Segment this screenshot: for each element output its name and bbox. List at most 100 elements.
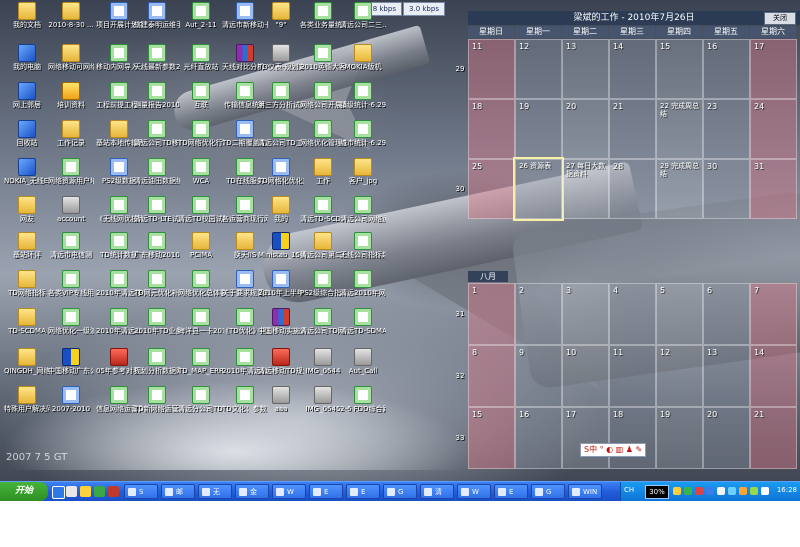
calendar-event[interactable]: 22 完成周总结 <box>660 102 702 118</box>
taskbar-window-button[interactable]: G <box>383 484 417 499</box>
desktop-icon[interactable]: TD网元优化补充 <box>134 270 180 297</box>
desktop-icon[interactable]: 网友 <box>4 196 50 223</box>
calendar-day-cell[interactable]: 22 完成周总结 <box>656 99 703 159</box>
ime-toolbar[interactable]: S中 ° ◐ ▥ ♟ ✎ <box>580 443 647 457</box>
taskbar-window-button[interactable]: G <box>531 484 565 499</box>
desktop-icon[interactable]: 规划分析数据网络管理 <box>134 348 180 375</box>
tray-qq-icon[interactable] <box>706 487 714 495</box>
quicklaunch-ie-icon[interactable] <box>52 486 65 499</box>
calendar-day-cell[interactable]: 24 <box>750 99 797 159</box>
desktop-icon[interactable]: TD仪表-规划方案 2 <box>258 44 304 71</box>
calendar-day-cell[interactable]: 12 <box>515 39 562 99</box>
calendar-day-cell[interactable]: 15 <box>468 407 515 469</box>
calendar-day-cell[interactable]: 13 <box>703 345 750 407</box>
desktop-icon[interactable]: TD网络指标 <box>4 270 50 297</box>
language-indicator[interactable]: CH <box>624 486 634 494</box>
calendar-day-cell[interactable]: 15 <box>656 39 703 99</box>
calendar-day-cell[interactable]: 9 <box>515 345 562 407</box>
desktop-icon[interactable]: 客户_jpg <box>340 158 386 185</box>
desktop-icon[interactable]: 2007-2010 <box>48 386 94 413</box>
desktop-icon[interactable]: 中国移动广东公司... <box>48 348 94 375</box>
desktop-icon[interactable]: aaa <box>258 386 304 413</box>
desktop-icon[interactable]: 2010-8-30 ... <box>48 2 94 29</box>
tray-im-icon[interactable] <box>717 487 725 495</box>
calendar-day-cell[interactable]: 5 <box>656 283 703 345</box>
tray-power-icon[interactable] <box>739 487 747 495</box>
calendar-day-cell[interactable]: 20 <box>703 407 750 469</box>
desktop-icon[interactable]: 无线公司指标超标分析 <box>340 232 386 259</box>
calendar-day-cell[interactable]: 21 <box>609 99 656 159</box>
desktop-icon[interactable]: 广东移动2010综合 <box>134 232 180 259</box>
desktop-icon[interactable]: Aut_Call <box>340 348 386 375</box>
desktop-icon[interactable]: 2010年上半年总结 <box>258 270 304 297</box>
desktop-icon[interactable]: 网络优化总体要求 <box>178 270 224 297</box>
taskbar-window-button[interactable]: 金 <box>235 484 269 499</box>
calendar-event[interactable]: 26 资源表 <box>519 162 551 170</box>
desktop-icon[interactable]: 辖建泰明运维手-01 <box>134 2 180 29</box>
quicklaunch-media-icon[interactable] <box>108 486 119 497</box>
calendar-day-cell[interactable]: 14 <box>750 345 797 407</box>
calendar-day-cell[interactable]: 29 完成周总结 <box>656 159 703 219</box>
desktop-icon[interactable]: 2010年TD业务指标 <box>134 308 180 335</box>
desktop-icon[interactable]: 工作记录 <box>48 120 94 147</box>
desktop-icon[interactable]: 清远公司TD移动学院 <box>134 120 180 147</box>
taskbar-window-button[interactable]: E <box>346 484 380 499</box>
taskbar-window-button[interactable]: W <box>272 484 306 499</box>
clock[interactable]: 16:28 <box>777 486 797 494</box>
calendar-day-cell[interactable]: 20 <box>562 99 609 159</box>
desktop-icon[interactable]: 中国移动实施方案 <box>258 308 304 335</box>
calendar-day-cell[interactable]: 23 <box>703 99 750 159</box>
calendar-day-cell[interactable]: 19 <box>656 407 703 469</box>
tray-network-icon[interactable] <box>684 487 692 495</box>
quicklaunch-folder-icon[interactable] <box>80 486 91 497</box>
calendar-day-cell[interactable]: 14 <box>609 39 656 99</box>
calendar-day-cell[interactable]: 1 <box>468 283 515 345</box>
desktop-icon[interactable]: 清远分公司TD资源... <box>178 386 224 413</box>
desktop-icon[interactable]: 回收站 <box>4 120 50 147</box>
calendar-event[interactable]: 29 完成周总结 <box>660 162 702 178</box>
desktop-icon[interactable]: 镇级统计-6.29用户 <box>340 82 386 109</box>
calendar-close-button[interactable]: 关闭 <box>764 12 796 25</box>
tray-shield-icon[interactable] <box>750 487 758 495</box>
desktop-icon[interactable]: 培训资料 <box>48 82 94 109</box>
calendar-day-cell[interactable]: 2 <box>515 283 562 345</box>
desktop-icon[interactable]: 光纤直放站 <box>178 44 224 71</box>
taskbar-window-button[interactable]: S <box>124 484 158 499</box>
calendar-day-cell[interactable]: 6 <box>703 283 750 345</box>
calendar-day-cell[interactable]: 16 <box>703 39 750 99</box>
desktop-icon[interactable]: WCA <box>178 158 224 185</box>
calendar-day-cell[interactable]: 31 <box>750 159 797 219</box>
desktop-icon[interactable]: 基站环评 <box>4 232 50 259</box>
calendar-day-cell[interactable]: 21 <box>750 407 797 469</box>
tray-volume-icon[interactable] <box>673 487 681 495</box>
desktop-icon[interactable]: 网络优化一级演练中 <box>48 308 94 335</box>
taskbar-window-button[interactable]: WIN <box>568 484 602 499</box>
desktop-icon[interactable]: 网络移动可网络地址 <box>48 44 94 71</box>
desktop-icon[interactable]: 2-6 FDD综合路测结果 <box>340 386 386 413</box>
desktop-icon[interactable]: 测量报告201008... <box>134 82 180 109</box>
calendar-day-cell[interactable]: 4 <box>609 283 656 345</box>
calendar-day-cell[interactable]: 18 <box>468 99 515 159</box>
calendar-day-cell[interactable]: 30 <box>703 159 750 219</box>
desktop-icon[interactable]: TD网络优化行动 <box>178 120 224 147</box>
desktop-icon[interactable]: TD_MAP_ERROR <box>178 348 224 375</box>
desktop-icon[interactable]: 清远公司网络运维 <box>340 196 386 223</box>
desktop-icon[interactable]: 清远市电信测 <box>48 232 94 259</box>
calendar-day-cell[interactable]: 8 <box>468 345 515 407</box>
taskbar-window-button[interactable]: 无 <box>198 484 232 499</box>
desktop-icon[interactable]: account <box>48 196 94 223</box>
desktop-icon[interactable]: 特殊用户解决问题 <box>4 386 50 413</box>
taskbar-window-button[interactable]: 清 <box>420 484 454 499</box>
desktop-icon[interactable]: MOKIA版机 <box>340 44 386 71</box>
quicklaunch-desktop-icon[interactable] <box>66 486 77 497</box>
calendar-day-cell[interactable]: 27 每日大数据资料 <box>562 159 609 219</box>
calendar-event[interactable]: 27 每日大数据资料 <box>566 162 608 178</box>
tray-antivirus-icon[interactable] <box>695 487 703 495</box>
desktop-icon[interactable]: 清远TD-LTE试网规划 <box>134 196 180 223</box>
desktop-icon[interactable]: 我的文档 <box>4 2 50 29</box>
calendar-day-cell[interactable]: 3 <box>562 283 609 345</box>
calendar-day-cell[interactable]: 18 <box>609 407 656 469</box>
desktop-icon[interactable]: 我的电脑 <box>4 44 50 71</box>
desktop-icon[interactable]: 清远油田数据统计 <box>134 158 180 185</box>
calendar-day-cell[interactable]: 26 资源表 <box>513 157 564 221</box>
